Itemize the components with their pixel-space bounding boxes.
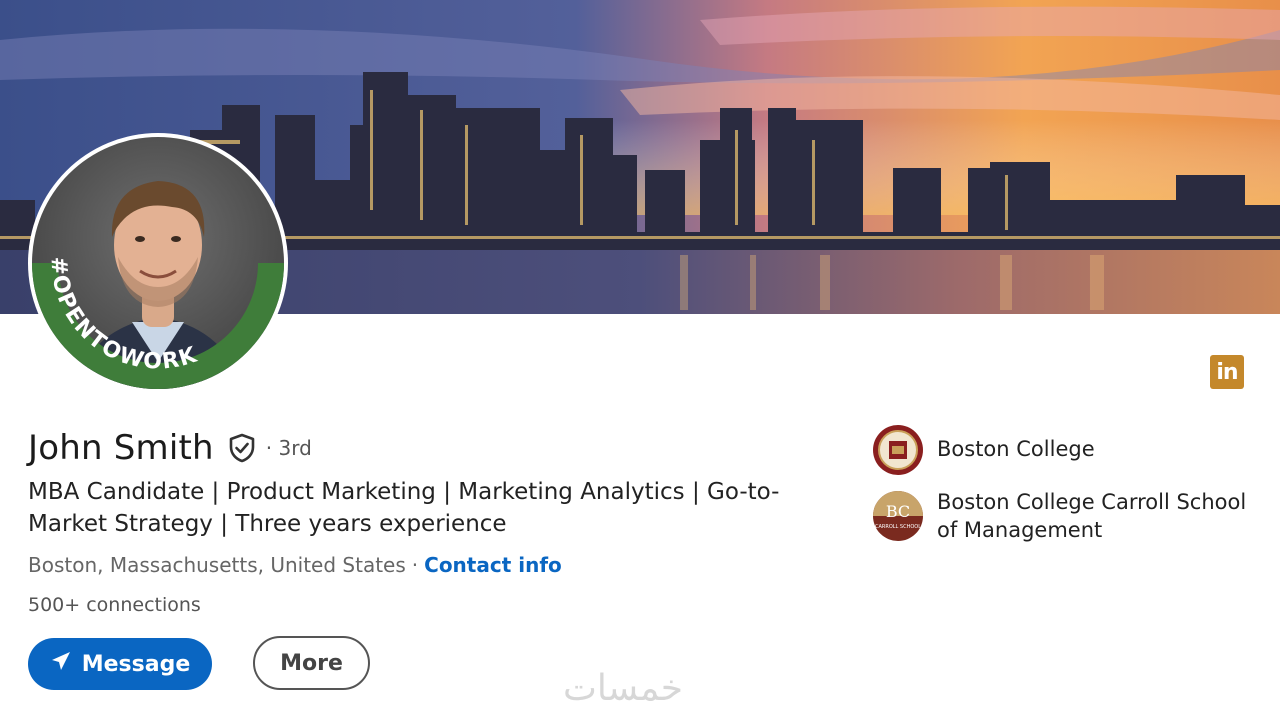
more-button[interactable]: More — [253, 636, 370, 690]
avatar: #OPENTOWORK — [32, 137, 284, 389]
contact-info-link[interactable]: Contact info — [424, 553, 562, 577]
profile-location: Boston, Massachusetts, United States — [28, 553, 406, 577]
location-row: Boston, Massachusetts, United States · Con… — [28, 553, 562, 577]
education-list: Boston College BC CARROLL SCHOOL Boston … — [872, 424, 1252, 558]
education-item[interactable]: Boston College — [872, 424, 1252, 476]
opentowork-badge: #OPENTOWORK — [46, 256, 200, 375]
linkedin-logo-icon[interactable]: in — [1210, 355, 1244, 389]
name-row: John Smith · 3rd — [28, 428, 312, 468]
send-paper-plane-icon — [50, 650, 72, 678]
profile-page: #OPENTOWORK in John Smith · 3rd MBA Cand… — [0, 0, 1280, 720]
profile-headline: MBA Candidate | Product Marketing | Mark… — [28, 479, 780, 537]
education-item[interactable]: BC CARROLL SCHOOL Boston College Carroll… — [872, 490, 1252, 544]
boston-college-seal-icon — [872, 424, 924, 476]
bc-carroll-logo-icon: BC CARROLL SCHOOL — [872, 490, 924, 542]
svg-text:#OPENTOWORK: #OPENTOWORK — [46, 256, 202, 375]
separator: · — [411, 553, 419, 577]
svg-text:BC: BC — [886, 502, 910, 521]
watermark-text: خمسات — [563, 668, 684, 709]
verified-shield-icon[interactable] — [226, 432, 258, 464]
svg-text:CARROLL SCHOOL: CARROLL SCHOOL — [875, 524, 921, 530]
more-button-label: More — [280, 650, 343, 676]
school-name: Boston College Carroll School of Managem… — [937, 490, 1247, 542]
profile-name: John Smith — [28, 428, 214, 468]
connection-degree: · 3rd — [265, 436, 312, 460]
message-button[interactable]: Message — [28, 638, 212, 690]
connections-count[interactable]: 500+ connections — [28, 594, 201, 616]
profile-photo[interactable]: #OPENTOWORK — [28, 133, 288, 393]
school-name: Boston College — [937, 437, 1095, 461]
message-button-label: Message — [81, 651, 191, 677]
